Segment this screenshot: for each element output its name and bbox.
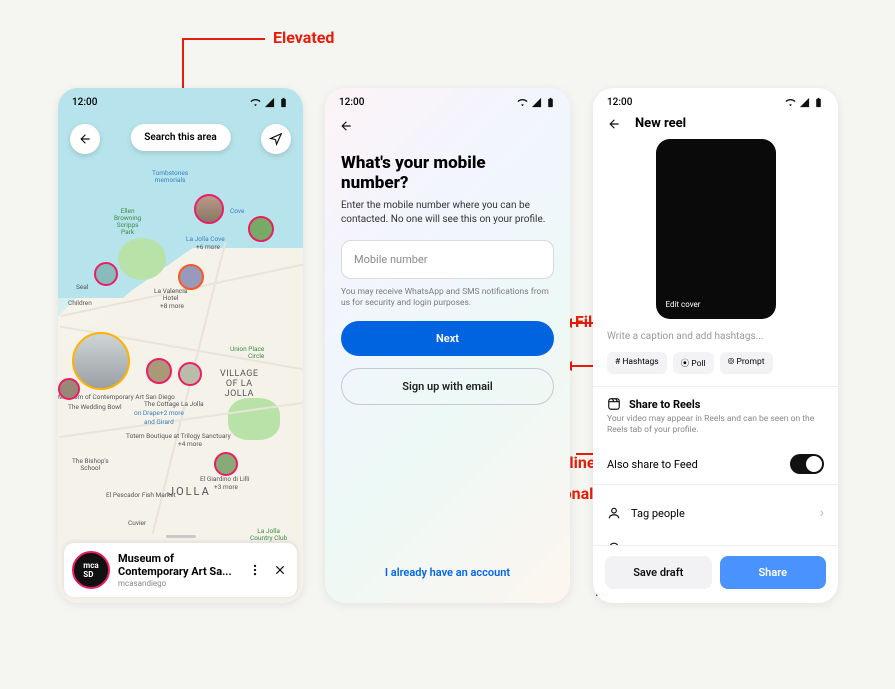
wifi-icon <box>250 97 261 108</box>
photo-pin[interactable] <box>194 194 224 224</box>
status-time: 12:00 <box>72 97 97 108</box>
also-share-feed-label: Also share to Feed <box>607 458 698 471</box>
chip-poll[interactable]: ⦿ Poll <box>673 352 714 374</box>
battery-icon <box>278 97 289 108</box>
map-label: Tombstonesmemorials <box>152 170 188 184</box>
chevron-right-icon: › <box>820 505 824 521</box>
feed-toggle[interactable] <box>790 454 824 474</box>
edit-cover-label: Edit cover <box>666 300 701 309</box>
status-bar: 12:00 <box>593 88 838 116</box>
map-label: +6 more <box>196 244 220 251</box>
page-title: New reel <box>635 116 686 131</box>
already-have-account-link[interactable]: I already have an account <box>325 566 570 579</box>
back-button[interactable] <box>70 124 100 154</box>
photo-pin[interactable] <box>248 216 274 242</box>
photo-pin[interactable] <box>178 264 204 290</box>
share-button[interactable]: Share <box>720 556 827 589</box>
share-reels-title: Share to Reels <box>629 398 700 411</box>
helper-text: You may receive WhatsApp and SMS notific… <box>341 287 554 309</box>
status-bar: 12:00 <box>58 88 303 116</box>
next-button[interactable]: Next <box>341 321 554 356</box>
battery-icon <box>545 97 556 108</box>
phone-new-reel: 12:00 New reel Edit cover Write a captio… <box>593 88 838 603</box>
page-subtitle: Enter the mobile number where you can be… <box>341 199 554 226</box>
tag-people-row[interactable]: Tag people › <box>593 495 838 531</box>
map-label: La JollaCountry Club <box>250 528 287 542</box>
photo-pin[interactable] <box>146 358 172 384</box>
photo-pin[interactable] <box>58 378 80 400</box>
photo-pin[interactable] <box>94 262 118 286</box>
map-label: Seal <box>76 284 88 291</box>
wifi-icon <box>517 97 528 108</box>
search-this-area-button[interactable]: Search this area <box>130 124 230 151</box>
map-label: The Bishop'sSchool <box>72 458 109 472</box>
photo-pin[interactable] <box>214 452 238 476</box>
drag-handle[interactable] <box>166 535 196 538</box>
map-label: JOLLA <box>168 486 211 498</box>
map-label: The Wedding Bowl <box>68 404 122 411</box>
map-label: +8 more <box>160 303 184 310</box>
signal-icon <box>264 97 275 108</box>
map-label: El Pescador Fish Market <box>106 492 176 499</box>
map-label: La ValenciaHotel <box>154 288 187 302</box>
reel-cover[interactable]: Edit cover <box>656 139 776 319</box>
map-label: VILLAGEOF LAJOLLA <box>220 370 259 400</box>
search-area-label: Search this area <box>144 132 216 143</box>
photo-pin[interactable] <box>72 332 130 390</box>
page-title: What's your mobile number? <box>341 153 554 193</box>
tag-people-label: Tag people <box>631 507 685 520</box>
caption-input[interactable]: Write a caption and add hashtags... <box>593 319 838 352</box>
photo-pin[interactable] <box>178 362 202 386</box>
place-title-2: Contemporary Art Sa... <box>118 565 239 578</box>
wifi-icon <box>785 97 796 108</box>
map-label: Cuvier <box>128 520 146 527</box>
battery-icon <box>813 97 824 108</box>
back-button[interactable] <box>607 117 621 131</box>
map-label: Cove <box>230 208 244 215</box>
map-canvas[interactable]: Tombstonesmemorials EllenBrowningScripps… <box>58 88 303 603</box>
save-draft-button[interactable]: Save draft <box>605 556 712 589</box>
more-icon[interactable] <box>247 563 263 577</box>
share-reels-sub: Your video may appear in Reels and can b… <box>607 414 824 436</box>
phone-map: Tombstonesmemorials EllenBrowningScripps… <box>58 88 303 603</box>
phone-signup: 12:00 What's your mobile number? Enter t… <box>325 88 570 603</box>
location-arrow-icon <box>269 132 283 146</box>
person-icon <box>607 506 621 520</box>
status-icons <box>250 97 289 108</box>
status-time: 12:00 <box>339 97 364 108</box>
place-avatar: mcaSD <box>72 551 110 589</box>
arrow-left-icon <box>339 119 353 133</box>
annotation-elevated: Elevated <box>273 28 334 47</box>
map-label: Union PlaceCircle <box>230 346 264 360</box>
also-share-feed-row[interactable]: Also share to Feed <box>593 444 838 484</box>
status-icons <box>517 97 556 108</box>
reels-icon <box>607 397 621 411</box>
close-icon[interactable] <box>271 563 289 577</box>
chip-prompt[interactable]: ⦾ Prompt <box>720 352 773 374</box>
place-title: Museum of <box>118 552 239 565</box>
place-handle: mcasandiego <box>118 579 239 588</box>
signup-email-button[interactable]: Sign up with email <box>341 368 554 405</box>
map-label: EllenBrowningScrippsPark <box>114 208 141 237</box>
status-icons <box>785 97 824 108</box>
signal-icon <box>531 97 542 108</box>
mobile-number-input[interactable]: Mobile number <box>341 240 554 279</box>
place-card[interactable]: mcaSD Museum of Contemporary Art Sa... m… <box>64 543 297 597</box>
chip-hashtags[interactable]: # Hashtags <box>607 352 667 374</box>
map-label: Children <box>68 300 92 307</box>
map-label: +3 more <box>214 484 238 491</box>
map-label: on Drape+2 more <box>134 410 184 417</box>
back-button[interactable] <box>325 116 570 137</box>
map-label: +4 more <box>178 441 202 448</box>
status-bar: 12:00 <box>325 88 570 116</box>
arrow-left-icon <box>78 132 92 146</box>
locate-button[interactable] <box>261 124 291 154</box>
map-label: and Girard <box>144 419 174 426</box>
map-label: The Cottage La Jolla <box>144 401 204 408</box>
status-time: 12:00 <box>607 97 632 108</box>
signal-icon <box>799 97 810 108</box>
